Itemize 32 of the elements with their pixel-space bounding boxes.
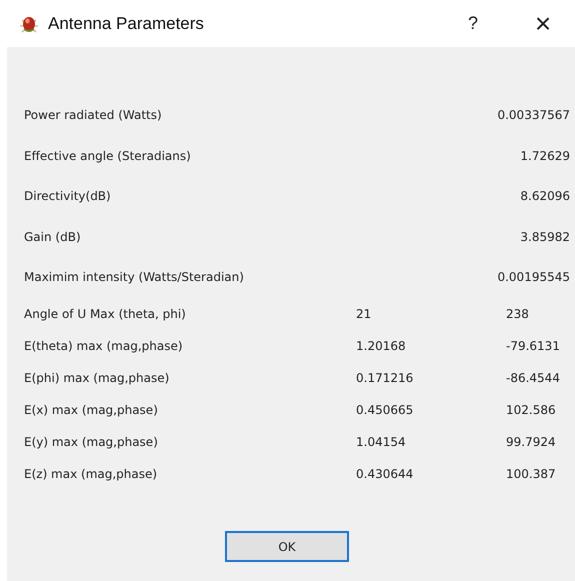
parameter-label: E(phi) max (mag,phase) [24, 370, 170, 384]
parameter-label: Directivity(dB) [24, 189, 112, 204]
parameter-value: 99.7924 [506, 434, 556, 448]
parameter-label: Power radiated (Watts) [24, 108, 163, 122]
parameter-value: 0.450665 [356, 402, 414, 416]
parameter-label: E(theta) max (mag,phase) [24, 338, 184, 352]
parameter-value: 102.586 [506, 402, 556, 416]
parameter-value: 0.430644 [356, 466, 414, 480]
parameter-value: 100.387 [506, 466, 556, 480]
window-title: Antenna Parameters [48, 14, 205, 34]
parameter-value: 21 [356, 306, 372, 320]
parameter-value: 1.72629 [520, 148, 570, 163]
parameter-value: 1.04154 [356, 434, 406, 448]
close-button[interactable]: × [523, 8, 563, 40]
ok-button[interactable]: OK [225, 531, 349, 562]
parameter-value: 3.85982 [520, 230, 570, 244]
parameter-label: Maximim intensity (Watts/Steradian) [24, 270, 245, 284]
parameter-value: 1.20168 [356, 338, 406, 352]
parameter-label: E(y) max (mag,phase) [24, 434, 159, 448]
parameter-value: 0.171216 [356, 370, 414, 384]
parameter-value: -79.6131 [506, 338, 560, 352]
parameter-label: E(z) max (mag,phase) [24, 466, 158, 480]
parameter-label: Gain (dB) [24, 230, 82, 244]
parameter-label: E(x) max (mag,phase) [24, 402, 159, 416]
parameter-value: 238 [506, 306, 529, 320]
parameter-value: -86.4544 [506, 370, 560, 384]
parameter-label: Effective angle (Steradians) [24, 148, 192, 163]
parameter-value: 0.00195545 [497, 270, 570, 284]
parameter-value: 0.00337567 [497, 108, 570, 122]
help-button[interactable]: ? [453, 13, 493, 34]
parameter-value: 8.62096 [520, 189, 570, 204]
parameter-label: Angle of U Max (theta, phi) [24, 306, 187, 320]
